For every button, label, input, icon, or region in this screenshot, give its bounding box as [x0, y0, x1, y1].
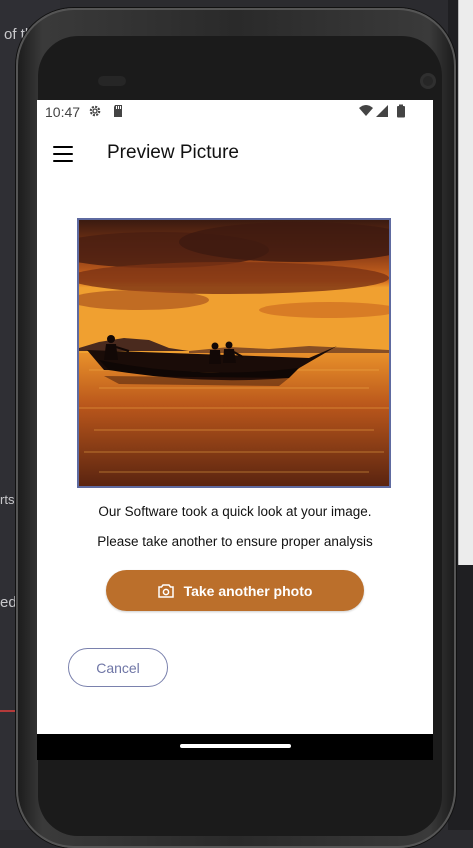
hamburger-menu-icon[interactable] [53, 146, 73, 162]
wifi-icon [359, 105, 373, 116]
status-time: 10:47 [45, 104, 81, 120]
phone-camera [420, 73, 436, 89]
settings-gear-icon [89, 105, 101, 117]
background-text-snippet: ed [0, 594, 17, 611]
take-another-photo-label: Take another photo [183, 582, 313, 599]
take-another-photo-button[interactable]: Take another photo [106, 570, 364, 611]
app-screen: 10:47 Preview Picture Our Software took … [37, 100, 433, 760]
analysis-message-line1: Our Software took a quick look at your i… [98, 504, 372, 519]
status-bar: 10:47 [37, 100, 433, 124]
preview-image [77, 218, 391, 488]
camera-icon [157, 583, 174, 598]
background-right-panel [458, 0, 473, 565]
sd-card-icon [114, 105, 122, 117]
navigation-bar [37, 734, 433, 760]
cancel-button[interactable]: Cancel [68, 648, 168, 687]
signal-icon [376, 105, 388, 117]
analysis-message-line2: Please take another to ensure proper ana… [97, 534, 373, 549]
battery-icon [397, 104, 405, 118]
home-gesture-bar[interactable] [180, 744, 291, 748]
phone-speaker [98, 76, 126, 86]
sunset-boat-photo [79, 220, 389, 486]
background-text-snippet: rts [0, 492, 15, 507]
page-title: Preview Picture [107, 142, 239, 163]
app-bar: Preview Picture [37, 132, 433, 176]
